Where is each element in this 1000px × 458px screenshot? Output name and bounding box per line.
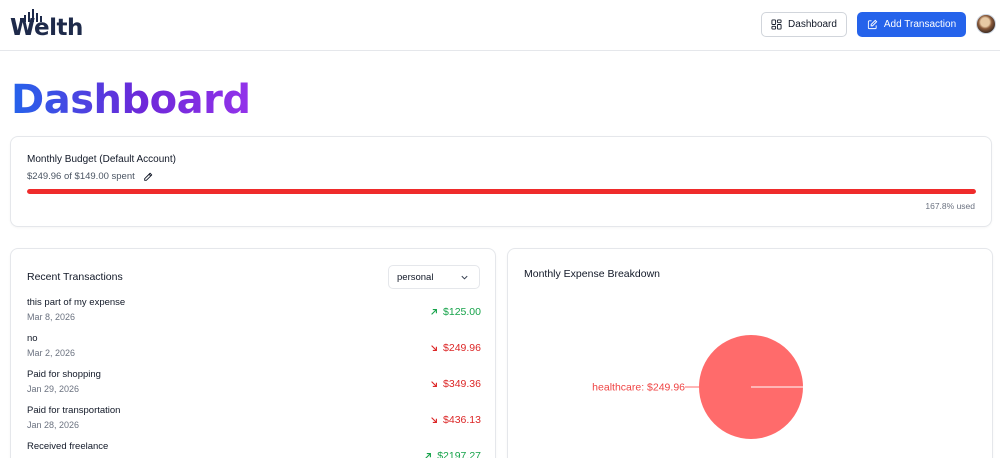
- transaction-amount: $249.96: [430, 342, 481, 354]
- budget-card: Monthly Budget (Default Account) $249.96…: [10, 136, 992, 227]
- transaction-date: Jan 28, 2026: [27, 420, 80, 430]
- pie-slice-label: healthcare: $249.96: [592, 382, 685, 394]
- budget-progress-fill: [27, 189, 976, 194]
- pencil-icon[interactable]: [143, 172, 153, 182]
- transaction-amount-value: $436.13: [443, 414, 481, 426]
- logo-text: Welth: [10, 15, 83, 41]
- transaction-amount-value: $125.00: [443, 306, 481, 318]
- budget-used-text: 167.8% used: [925, 201, 975, 211]
- expense-pie-chart: healthcare: $249.96: [592, 335, 803, 439]
- dashboard-button[interactable]: Dashboard: [761, 12, 847, 37]
- arrow-down-right-icon: [431, 417, 437, 423]
- transaction-amount: $125.00: [430, 306, 481, 318]
- transaction-amount-value: $2197.27: [437, 450, 481, 458]
- recent-transactions-title: Recent Transactions: [27, 271, 123, 283]
- transaction-date: Mar 8, 2026: [27, 312, 76, 322]
- add-transaction-label: Add Transaction: [883, 19, 957, 30]
- transaction-amount: $436.13: [430, 414, 481, 426]
- chevron-down-icon: [461, 275, 468, 280]
- app-header: Welth Dashboard Add Transaction: [0, 0, 1000, 51]
- add-transaction-button[interactable]: Add Transaction: [857, 12, 966, 37]
- transaction-row: Paid for shopping Jan 29, 2026 $349.36: [27, 369, 481, 405]
- budget-spent-row: $249.96 of $149.00 spent: [27, 171, 153, 182]
- budget-title: Monthly Budget (Default Account): [27, 154, 176, 165]
- user-avatar[interactable]: [976, 14, 996, 34]
- transaction-amount-value: $349.36: [443, 378, 481, 390]
- transaction-description: no: [27, 333, 38, 344]
- transaction-row: Received freelance $2197.27: [27, 441, 481, 458]
- transaction-amount: $2197.27: [424, 450, 481, 458]
- budget-spent-text: $249.96 of $149.00 spent: [27, 171, 135, 182]
- account-select-value: personal: [397, 271, 434, 283]
- transaction-description: Paid for shopping: [27, 369, 101, 380]
- pen-square-icon: [867, 19, 878, 30]
- transactions-list: this part of my expense Mar 8, 2026 $125.0…: [27, 297, 481, 458]
- transaction-amount-value: $249.96: [443, 342, 481, 354]
- transaction-description: Received freelance: [27, 441, 109, 452]
- transaction-row: no Mar 2, 2026 $249.96: [27, 333, 481, 369]
- transaction-amount: $349.36: [430, 378, 481, 390]
- page-title: Dashboard: [11, 77, 251, 123]
- layout-dashboard-icon: [771, 19, 782, 30]
- budget-progress-bar: [27, 189, 976, 194]
- arrow-down-right-icon: [431, 381, 437, 387]
- arrow-up-right-icon: [425, 453, 432, 458]
- transaction-description: Paid for transportation: [27, 405, 121, 416]
- transaction-row: this part of my expense Mar 8, 2026 $125.0…: [27, 297, 481, 333]
- transaction-date: Jan 29, 2026: [27, 384, 80, 394]
- welth-logo[interactable]: Welth: [10, 8, 83, 42]
- expense-breakdown-card: Monthly Expense Breakdown healthcare: $2…: [507, 248, 993, 458]
- transaction-description: this part of my expense: [27, 297, 126, 308]
- recent-transactions-card: Recent Transactions personal this part o…: [10, 248, 496, 458]
- transaction-date: Mar 2, 2026: [27, 348, 76, 358]
- dashboard-button-label: Dashboard: [788, 19, 837, 30]
- account-select[interactable]: personal: [388, 265, 480, 289]
- arrow-down-right-icon: [431, 345, 437, 351]
- arrow-up-right-icon: [431, 309, 437, 315]
- transaction-row: Paid for transportation Jan 28, 2026 $436.…: [27, 405, 481, 441]
